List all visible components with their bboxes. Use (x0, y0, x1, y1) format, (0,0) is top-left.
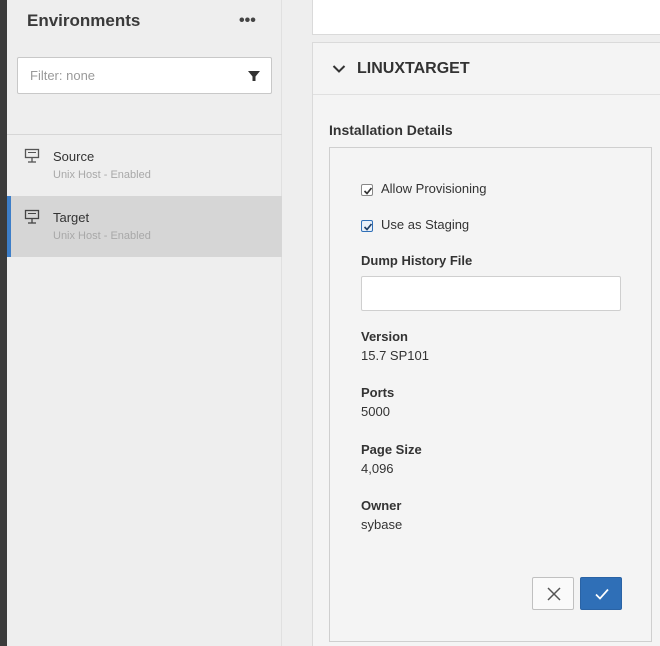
version-label: Version (361, 329, 408, 344)
dump-history-input[interactable] (361, 276, 621, 311)
env-item-subtitle: Unix Host - Enabled (53, 230, 151, 242)
host-icon (24, 148, 40, 163)
check-icon (363, 187, 373, 195)
check-icon (595, 588, 609, 600)
env-item-name: Source (53, 149, 95, 164)
panel-header[interactable]: LINUXTARGET (313, 43, 660, 95)
version-value: 15.7 SP101 (361, 348, 429, 363)
dump-history-label: Dump History File (361, 253, 473, 268)
environment-detail-panel: LINUXTARGET Installation Details Allow P… (312, 42, 660, 646)
env-item-source[interactable]: Source Unix Host - Enabled (7, 135, 282, 196)
use-as-staging-label: Use as Staging (381, 217, 470, 232)
host-icon (24, 209, 40, 224)
chevron-down-icon[interactable] (332, 64, 346, 74)
owner-label: Owner (361, 498, 402, 513)
page-size-value: 4,096 (361, 461, 394, 476)
owner-value: sybase (361, 517, 403, 532)
page-size-label: Page Size (361, 442, 422, 457)
use-as-staging-checkbox[interactable] (361, 220, 373, 232)
save-button[interactable] (580, 577, 622, 610)
panel-title: LINUXTARGET (357, 60, 470, 77)
installation-details-card: Allow Provisioning Use as Staging Dump H… (329, 147, 652, 642)
top-panel (312, 0, 660, 35)
filter-icon[interactable] (247, 69, 261, 83)
more-options-button[interactable]: ••• (239, 12, 256, 30)
env-item-target[interactable]: Target Unix Host - Enabled (7, 196, 282, 257)
env-item-subtitle: Unix Host - Enabled (53, 169, 151, 181)
allow-provisioning-checkbox[interactable] (361, 184, 373, 196)
sidebar-title: Environments (27, 11, 141, 30)
section-title: Installation Details (329, 122, 453, 138)
ports-value: 5000 (361, 404, 390, 419)
environments-sidebar: Environments ••• Filter: none Source Uni… (7, 0, 282, 646)
left-edge-bar (0, 0, 7, 646)
cancel-button[interactable] (532, 577, 574, 610)
close-icon (547, 587, 561, 601)
ports-label: Ports (361, 385, 395, 400)
filter-placeholder: Filter: none (30, 68, 96, 83)
allow-provisioning-label: Allow Provisioning (381, 181, 487, 196)
filter-input[interactable]: Filter: none (17, 57, 272, 94)
env-item-name: Target (53, 210, 90, 225)
sidebar-header: Environments ••• (7, 0, 282, 44)
check-icon (363, 223, 373, 231)
